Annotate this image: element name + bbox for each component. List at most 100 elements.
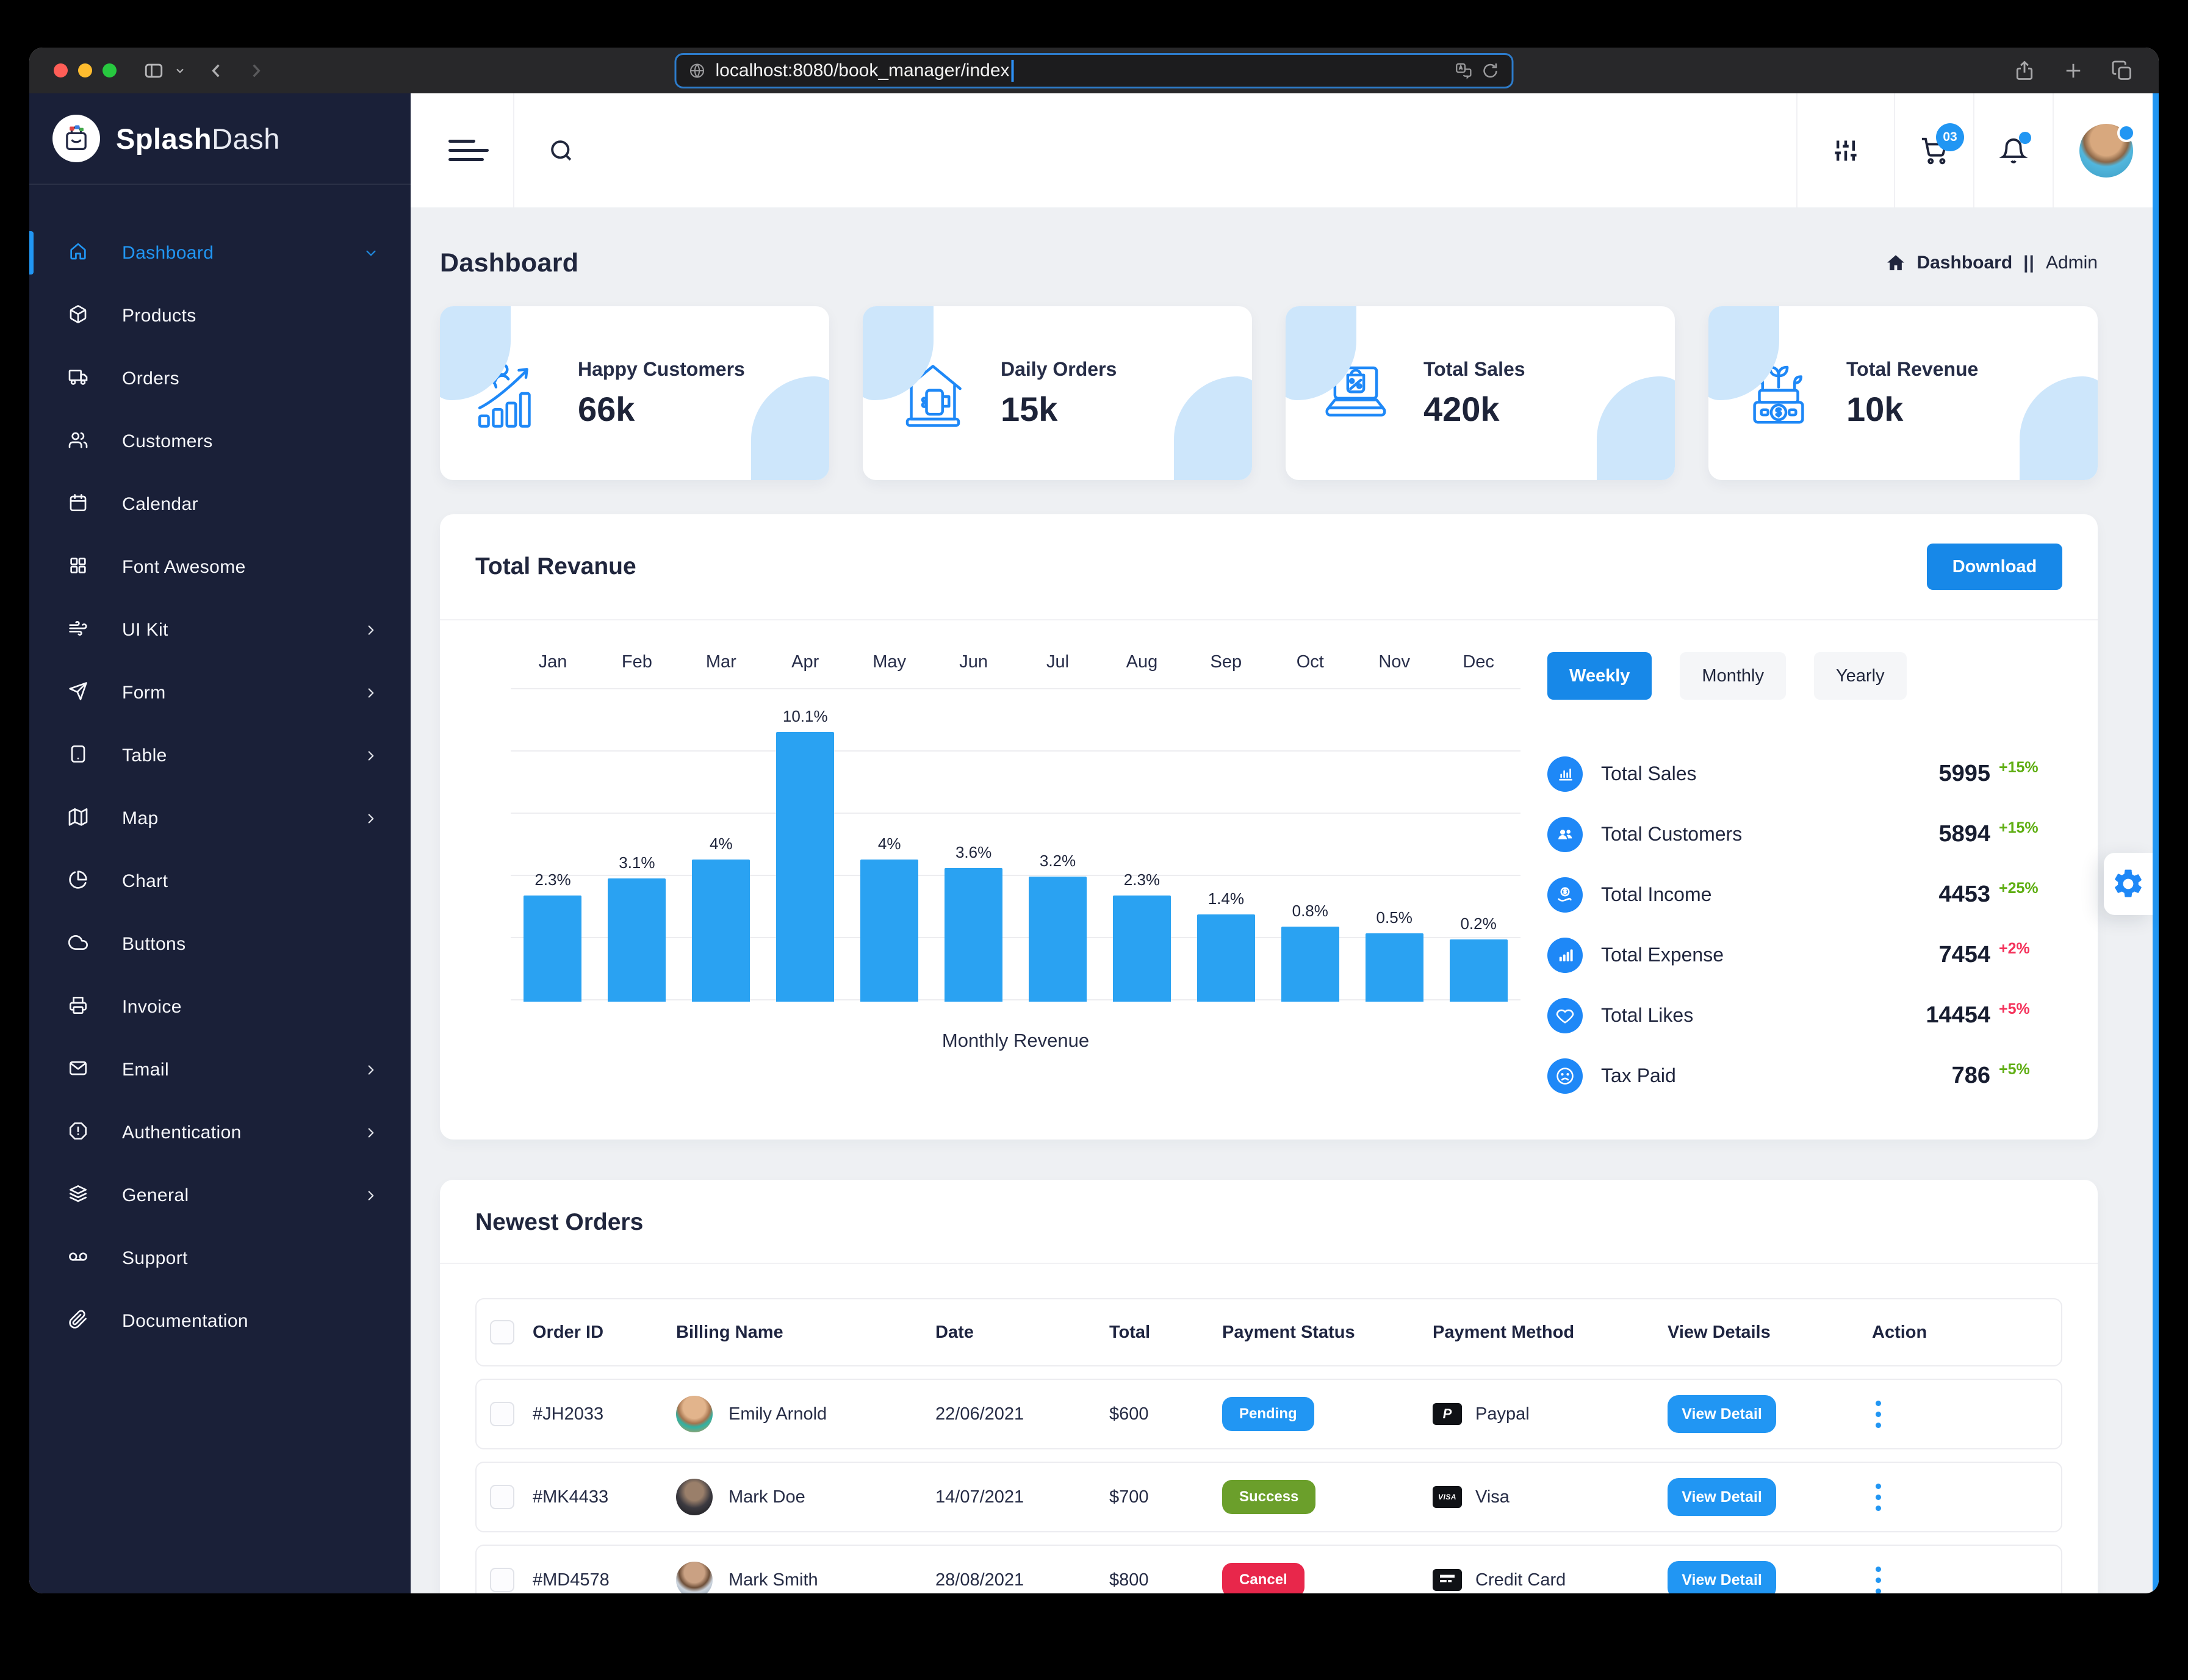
translate-icon[interactable] xyxy=(1455,62,1473,80)
sidebar-item-label: Table xyxy=(122,745,167,766)
chevron-down-icon[interactable] xyxy=(174,65,186,77)
reload-icon[interactable] xyxy=(1481,62,1500,80)
theme-settings-button[interactable] xyxy=(2104,853,2153,915)
new-tab-icon[interactable] xyxy=(2062,60,2084,82)
revenue-bar xyxy=(1112,896,1171,1002)
bar-value-label: 0.5% xyxy=(1376,908,1412,927)
select-all-checkbox[interactable] xyxy=(490,1320,514,1344)
visa-icon: VISA xyxy=(1438,1493,1456,1501)
sidebar-item-general[interactable]: General xyxy=(29,1164,411,1227)
cloud-icon xyxy=(68,933,88,955)
brand-name-bold: Splash xyxy=(116,122,212,155)
order-date: 14/07/2021 xyxy=(935,1487,1024,1507)
page-scrollbar[interactable] xyxy=(2153,93,2159,1593)
brand-logo[interactable]: SplashDash xyxy=(29,93,411,185)
sidebar-item-form[interactable]: Form xyxy=(29,661,411,724)
share-icon[interactable] xyxy=(2013,60,2035,82)
row-actions-kebab[interactable] xyxy=(1872,1563,1885,1593)
order-row-MK4433: #MK4433 Mark Doe 14/07/2021 $700 Success VISA… xyxy=(475,1462,2062,1532)
stat-cards-row: Happy Customers 66k Daily Orders 15k Total S… xyxy=(440,306,2098,480)
payment-method-icon: P xyxy=(1433,1403,1462,1425)
sidebar-item-support[interactable]: Support xyxy=(29,1227,411,1290)
truck-icon xyxy=(68,367,88,390)
sidebar-item-font-awesome[interactable]: Font Awesome xyxy=(29,536,411,598)
zoom-window-button[interactable] xyxy=(103,63,117,77)
bar-value-label: 4% xyxy=(710,835,733,853)
sidebar-item-invoice[interactable]: Invoice xyxy=(29,975,411,1038)
sidebar-item-ui-kit[interactable]: UI Kit xyxy=(29,598,411,661)
order-total: $700 xyxy=(1109,1487,1149,1507)
sidebar-item-table[interactable]: Table xyxy=(29,724,411,787)
sidebar-item-orders[interactable]: Orders xyxy=(29,347,411,410)
monthly-revenue-chart: Jan Feb Mar Apr May Jun Jul Aug Sep Oct Nov Dec 2.3… xyxy=(511,652,1520,1106)
view-detail-button[interactable]: View Detail xyxy=(1668,1395,1776,1433)
revenue-bar xyxy=(608,878,666,1002)
month-label: Feb xyxy=(621,652,652,672)
row-checkbox[interactable] xyxy=(490,1402,514,1426)
order-total: $600 xyxy=(1109,1404,1149,1424)
sum-income-icon xyxy=(1547,877,1583,913)
profile-menu[interactable] xyxy=(2053,93,2159,207)
summary-delta: +25% xyxy=(1999,880,2039,897)
sidebar-item-documentation[interactable]: Documentation xyxy=(29,1290,411,1352)
month-label: Jun xyxy=(959,652,988,672)
view-detail-button[interactable]: View Detail xyxy=(1668,1561,1776,1593)
filter-settings-button[interactable] xyxy=(1796,93,1894,207)
chart-plot-area: 2.3% 3.1% 4% 10.1% 4% 3.6% 3.2% 2.3% 1.4% 0.8% 0.5… xyxy=(511,688,1520,1002)
sidebar-item-chart[interactable]: Chart xyxy=(29,850,411,913)
column-header-order-id: Order ID xyxy=(533,1322,604,1342)
billing-name: Mark Smith xyxy=(729,1570,818,1590)
sidebar-item-customers[interactable]: Customers xyxy=(29,410,411,473)
order-id: #MK4433 xyxy=(533,1487,609,1507)
row-actions-kebab[interactable] xyxy=(1872,1480,1885,1515)
notifications-button[interactable] xyxy=(1973,93,2053,207)
breadcrumb-section[interactable]: Dashboard xyxy=(1916,253,2012,273)
order-date: 22/06/2021 xyxy=(935,1404,1024,1424)
cart-button[interactable]: 03 xyxy=(1894,93,1973,207)
back-button-icon[interactable] xyxy=(207,61,226,81)
sidebar-item-label: Dashboard xyxy=(122,242,214,263)
tab-overview-icon[interactable] xyxy=(2111,60,2133,82)
order-total: $800 xyxy=(1109,1570,1149,1590)
sidebar-item-map[interactable]: Map xyxy=(29,787,411,850)
tab-weekly[interactable]: Weekly xyxy=(1547,652,1652,700)
sidebar-item-email[interactable]: Email xyxy=(29,1038,411,1101)
view-detail-button[interactable]: View Detail xyxy=(1668,1478,1776,1516)
chevron-right-icon xyxy=(363,811,379,827)
bar-column: 0.8% xyxy=(1268,689,1352,1002)
online-status-dot xyxy=(2117,123,2136,142)
customer-avatar xyxy=(676,1479,713,1515)
decorative-blob xyxy=(1597,376,1675,480)
customer-avatar xyxy=(676,1562,713,1593)
tab-monthly[interactable]: Monthly xyxy=(1680,652,1786,700)
menu-toggle-button[interactable] xyxy=(411,93,514,207)
sidebar-item-products[interactable]: Products xyxy=(29,284,411,347)
download-button[interactable]: Download xyxy=(1927,544,2062,590)
sidebar-item-label: Form xyxy=(122,682,166,703)
revenue-bar xyxy=(945,868,1003,1002)
search-button[interactable] xyxy=(514,93,1796,207)
home-icon xyxy=(1887,255,1905,270)
close-window-button[interactable] xyxy=(54,63,68,77)
sidebar-item-calendar[interactable]: Calendar xyxy=(29,473,411,536)
summary-value: 786 xyxy=(1951,1063,1990,1088)
row-checkbox[interactable] xyxy=(490,1568,514,1592)
column-header-payment-method: Payment Method xyxy=(1433,1322,1575,1342)
summary-label: Total Likes xyxy=(1601,1004,1694,1026)
payment-method-icon: VISA xyxy=(1433,1486,1462,1508)
sidebar-item-dashboard[interactable]: Dashboard xyxy=(29,221,411,284)
tab-yearly[interactable]: Yearly xyxy=(1813,652,1907,700)
sidebar-toggle-icon[interactable] xyxy=(143,60,164,81)
address-bar[interactable]: localhost:8080/book_manager/index xyxy=(674,52,1514,88)
row-actions-kebab[interactable] xyxy=(1872,1397,1885,1432)
sidebar-item-authentication[interactable]: Authentication xyxy=(29,1101,411,1164)
sum-tax-icon xyxy=(1547,1058,1583,1094)
chevron-right-icon xyxy=(363,622,379,638)
payment-method: Credit Card xyxy=(1475,1570,1566,1590)
forward-button-icon[interactable] xyxy=(246,61,265,81)
row-checkbox[interactable] xyxy=(490,1485,514,1509)
sidebar-item-buttons[interactable]: Buttons xyxy=(29,913,411,975)
orders-table: Order ID Billing Name Date Total Payment Sta… xyxy=(475,1298,2062,1593)
text-cursor xyxy=(1011,59,1014,82)
minimize-window-button[interactable] xyxy=(78,63,92,77)
